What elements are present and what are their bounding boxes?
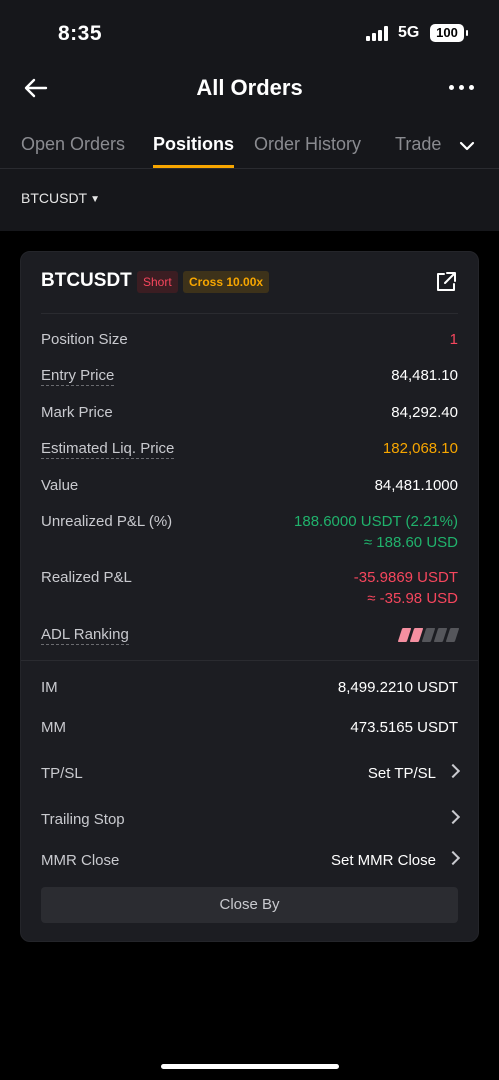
im-value: 8,499.2210 USDT	[337, 679, 458, 696]
realized-pnl-value: -35.9869 USDT	[353, 569, 458, 586]
mmr-close-label: MMR Close	[41, 852, 120, 869]
im-label: IM	[41, 679, 58, 696]
adl-ranking-label[interactable]: ADL Ranking	[41, 626, 129, 645]
value-value: 84,481.1000	[374, 477, 458, 494]
chevron-right-icon	[445, 809, 461, 825]
trailing-stop-label: Trailing Stop	[41, 811, 125, 828]
nav-bar: All Orders	[0, 70, 499, 110]
symbol-filter-label: BTCUSDT	[21, 190, 88, 206]
realized-pnl-usd: ≈ -35.98 USD	[367, 590, 458, 607]
top-panel: 8:35 5G 100 All Orders Open Orders Posit…	[0, 0, 499, 231]
tab-order-history[interactable]: Order History	[254, 134, 361, 155]
entry-price-value: 84,481.10	[391, 367, 458, 384]
adl-bar	[445, 628, 460, 642]
more-options-icon[interactable]	[449, 77, 475, 97]
unrealized-pnl-value: 188.6000 USDT (2.21%)	[294, 513, 458, 530]
signal-icon	[366, 26, 390, 41]
set-tpsl-label: Set TP/SL	[367, 765, 436, 782]
tab-open-orders[interactable]: Open Orders	[21, 134, 125, 155]
divider	[21, 660, 478, 661]
unrealized-pnl-usd: ≈ 188.60 USD	[363, 534, 458, 551]
chevron-right-icon	[445, 850, 461, 866]
tab-positions[interactable]: Positions	[153, 134, 235, 168]
home-indicator[interactable]	[161, 1064, 339, 1069]
chevron-right-icon	[445, 763, 461, 779]
share-icon[interactable]	[434, 270, 458, 294]
mm-label: MM	[41, 719, 66, 736]
trailing-stop-button[interactable]	[436, 809, 461, 828]
page-title: All Orders	[196, 75, 303, 100]
mm-value: 473.5165 USDT	[350, 719, 458, 736]
liq-price-label[interactable]: Estimated Liq. Price	[41, 440, 175, 459]
side-badge: Short	[137, 271, 178, 293]
status-bar: 8:35 5G 100	[0, 20, 499, 48]
divider	[41, 313, 458, 314]
position-symbol: BTCUSDT	[41, 270, 132, 291]
symbol-filter[interactable]: BTCUSDT ▼	[21, 190, 100, 206]
network-type: 5G	[398, 24, 420, 41]
value-label: Value	[41, 477, 79, 494]
caret-down-icon: ▼	[90, 194, 101, 205]
liq-price-value: 182,068.10	[382, 440, 458, 457]
set-tpsl-button[interactable]: Set TP/SL	[367, 763, 461, 782]
mark-price-value: 84,292.40	[391, 404, 458, 421]
tab-trade[interactable]: Trade	[395, 134, 441, 155]
adl-ranking-indicator	[397, 628, 460, 642]
status-time: 8:35	[58, 22, 103, 45]
chevron-down-icon[interactable]	[457, 136, 477, 156]
close-by-button[interactable]: Close By	[41, 887, 458, 923]
position-size-label: Position Size	[41, 331, 128, 348]
set-mmr-close-button[interactable]: Set MMR Close	[330, 850, 461, 869]
entry-price-label[interactable]: Entry Price	[41, 367, 115, 386]
tpsl-label: TP/SL	[41, 765, 83, 782]
mark-price-label: Mark Price	[41, 404, 113, 421]
unrealized-pnl-label: Unrealized P&L (%)	[41, 513, 173, 530]
realized-pnl-label: Realized P&L	[41, 569, 132, 586]
margin-mode-badge[interactable]: Cross 10.00x	[183, 271, 270, 293]
set-mmr-close-label: Set MMR Close	[330, 852, 436, 869]
position-size-value: 1	[449, 331, 458, 348]
position-card: BTCUSDT Short Cross 10.00x Position Size…	[20, 251, 479, 942]
battery-icon: 100	[430, 24, 468, 42]
tab-bar: Open Orders Positions Order History Trad…	[0, 134, 499, 169]
